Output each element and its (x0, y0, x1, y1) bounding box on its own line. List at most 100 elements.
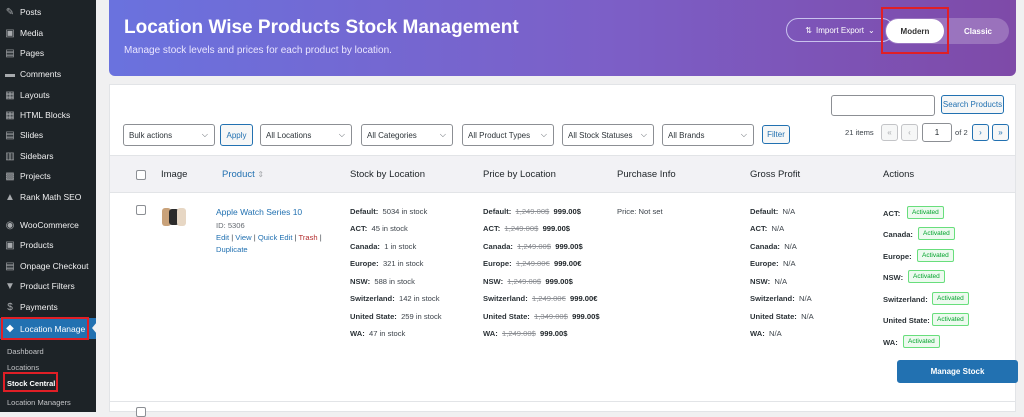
stock-entry: Europe: 321 in stock (350, 259, 424, 268)
duplicate-link[interactable]: Duplicate (216, 245, 248, 254)
price-entry: United State: 1,349.00$ 999.00$ (483, 312, 600, 321)
profit-entry: ACT: N/A (750, 224, 785, 233)
chevron-down-icon: ⌵ (740, 130, 747, 139)
sidebar-item-pages[interactable]: ▤ Pages (0, 43, 96, 63)
status-badge[interactable]: Activated (907, 206, 944, 219)
chevron-down-icon: ⌄ (868, 25, 875, 35)
prev-page-button[interactable]: ‹ (901, 124, 918, 141)
classic-view-button[interactable]: Classic (949, 19, 1007, 43)
sidebar-item-comments[interactable]: ▬ Comments (0, 64, 96, 84)
select-all-checkbox[interactable] (136, 170, 146, 180)
action-location-label: Canada: (883, 230, 913, 239)
action-location-label: United State: (883, 316, 930, 325)
sidebar-item-media[interactable]: ▣ Media (0, 23, 96, 43)
price-entry: Default: 1,249.00$ 999.00$ (483, 207, 581, 216)
status-badge[interactable]: Activated (903, 335, 940, 348)
product-name-link[interactable]: Apple Watch Series 10 (216, 207, 302, 217)
action-location-label: ACT: (883, 209, 901, 218)
chevron-down-icon: ⌵ (201, 130, 208, 139)
product-thumbnail[interactable] (160, 206, 187, 228)
column-price-by-location: Price by Location (483, 169, 556, 180)
column-stock-by-location: Stock by Location (350, 169, 425, 180)
import-export-button[interactable]: ⇅ Import Export ⌄ (786, 18, 894, 42)
status-badge[interactable]: Activated (932, 313, 969, 326)
status-badge[interactable]: Activated (917, 249, 954, 262)
stock-entry: United State: 259 in stock (350, 312, 442, 321)
brands-select[interactable]: All Brands ⌵ (662, 124, 754, 146)
swap-icon: ⇅ (805, 25, 812, 35)
filter-button[interactable]: Filter (762, 125, 790, 144)
stock-entry: NSW: 588 in stock (350, 277, 415, 286)
stock-entry: Canada: 1 in stock (350, 242, 417, 251)
page-total: of 2 (955, 128, 968, 137)
profit-entry: United State: N/A (750, 312, 814, 321)
stock-entry: ACT: 45 in stock (350, 224, 408, 233)
action-location-label: WA: (883, 338, 898, 347)
purchase-price: Price: Not set (617, 207, 663, 216)
products-icon: ▣ (5, 239, 15, 251)
status-badge[interactable]: Activated (908, 270, 945, 283)
submenu-stock-central[interactable]: Stock Central (0, 374, 96, 392)
sidebar-item-rank-math[interactable]: ▲ Rank Math SEO (0, 187, 96, 207)
last-page-button[interactable]: » (992, 124, 1009, 141)
location-icon: ◆ (6, 323, 14, 334)
trash-link[interactable]: Trash (299, 233, 318, 242)
status-badge[interactable]: Activated (932, 292, 969, 305)
next-page-button[interactable]: › (972, 124, 989, 141)
view-link[interactable]: View (235, 233, 251, 242)
column-gross-profit: Gross Profit (750, 169, 801, 180)
price-entry: Europe: 1,249.00€ 999.00€ (483, 259, 582, 268)
row-checkbox[interactable] (136, 205, 146, 215)
admin-sidebar: ✎ Posts ▣ Media ▤ Pages ▬ Comments ▦ Layouts … (0, 0, 97, 412)
page-subtitle: Manage stock levels and prices for each … (124, 45, 392, 56)
price-entry: Canada: 1,249.00$ 999.00$ (483, 242, 583, 251)
status-badge[interactable]: Activated (918, 227, 955, 240)
sidebar-item-layouts[interactable]: ▦ Layouts (0, 85, 96, 105)
sidebar-item-products[interactable]: ▣ Products (0, 235, 96, 255)
dollar-icon: $ (7, 301, 13, 313)
product-types-select[interactable]: All Product Types ⌵ (462, 124, 554, 146)
search-products-button[interactable]: Search Products (941, 95, 1004, 114)
apply-button[interactable]: Apply (220, 124, 253, 146)
chevron-down-icon: ⌵ (338, 130, 345, 139)
main-content: Location Wise Products Stock Management … (96, 0, 1024, 417)
sidebar-item-onpage-checkout[interactable]: ▤ Onpage Checkout (0, 256, 96, 276)
sidebar-item-posts[interactable]: ✎ Posts (0, 2, 96, 22)
sort-icon: ⇕ (257, 170, 265, 179)
chevron-down-icon: ⌵ (540, 130, 547, 139)
current-page-input[interactable]: 1 (922, 123, 952, 142)
manage-stock-button[interactable]: Manage Stock (897, 360, 1018, 383)
sidebar-item-payments[interactable]: $ Payments (0, 297, 96, 317)
filter-icon: ▼ (5, 280, 15, 292)
price-entry: NSW: 1,249.00$ 999.00$ (483, 277, 573, 286)
row-checkbox[interactable] (136, 407, 146, 417)
sidebar-item-woocommerce[interactable]: ◉ WooCommerce (0, 215, 96, 235)
sidebar-item-sidebars[interactable]: ▥ Sidebars (0, 146, 96, 166)
sidebar-item-product-filters[interactable]: ▼ Product Filters (0, 276, 96, 296)
submenu-location-managers[interactable]: Location Managers (0, 393, 96, 411)
profit-entry: Canada: N/A (750, 242, 797, 251)
quick-edit-link[interactable]: Quick Edit (258, 233, 293, 242)
woo-icon: ◉ (5, 219, 15, 231)
column-product[interactable]: Product ⇕ (222, 169, 264, 180)
sidebar-item-location-manage[interactable]: ◆ Location Manage (0, 318, 96, 339)
sidebar-item-slides[interactable]: ▤ Slides (0, 125, 96, 145)
modern-view-button[interactable]: Modern (886, 19, 944, 43)
first-page-button[interactable]: « (881, 124, 898, 141)
checkout-icon: ▤ (5, 260, 15, 272)
sidebar-item-projects[interactable]: ▩ Projects (0, 166, 96, 186)
stock-statuses-select[interactable]: All Stock Statuses ⌵ (562, 124, 654, 146)
bulk-actions-select[interactable]: Bulk actions ⌵ (123, 124, 215, 146)
product-id: ID: 5306 (216, 221, 245, 230)
sidebar-item-html-blocks[interactable]: ▦ HTML Blocks (0, 105, 96, 125)
locations-select[interactable]: All Locations ⌵ (260, 124, 352, 146)
profit-entry: Default: N/A (750, 207, 796, 216)
edit-link[interactable]: Edit (216, 233, 229, 242)
sidebar-icon: ▥ (5, 150, 15, 162)
search-input[interactable] (831, 95, 935, 116)
media-icon: ▣ (5, 27, 15, 39)
column-actions: Actions (883, 169, 915, 180)
categories-select[interactable]: All Categories ⌵ (361, 124, 453, 146)
chevron-down-icon: ⌵ (439, 130, 446, 139)
stock-entry: Switzerland: 142 in stock (350, 294, 440, 303)
